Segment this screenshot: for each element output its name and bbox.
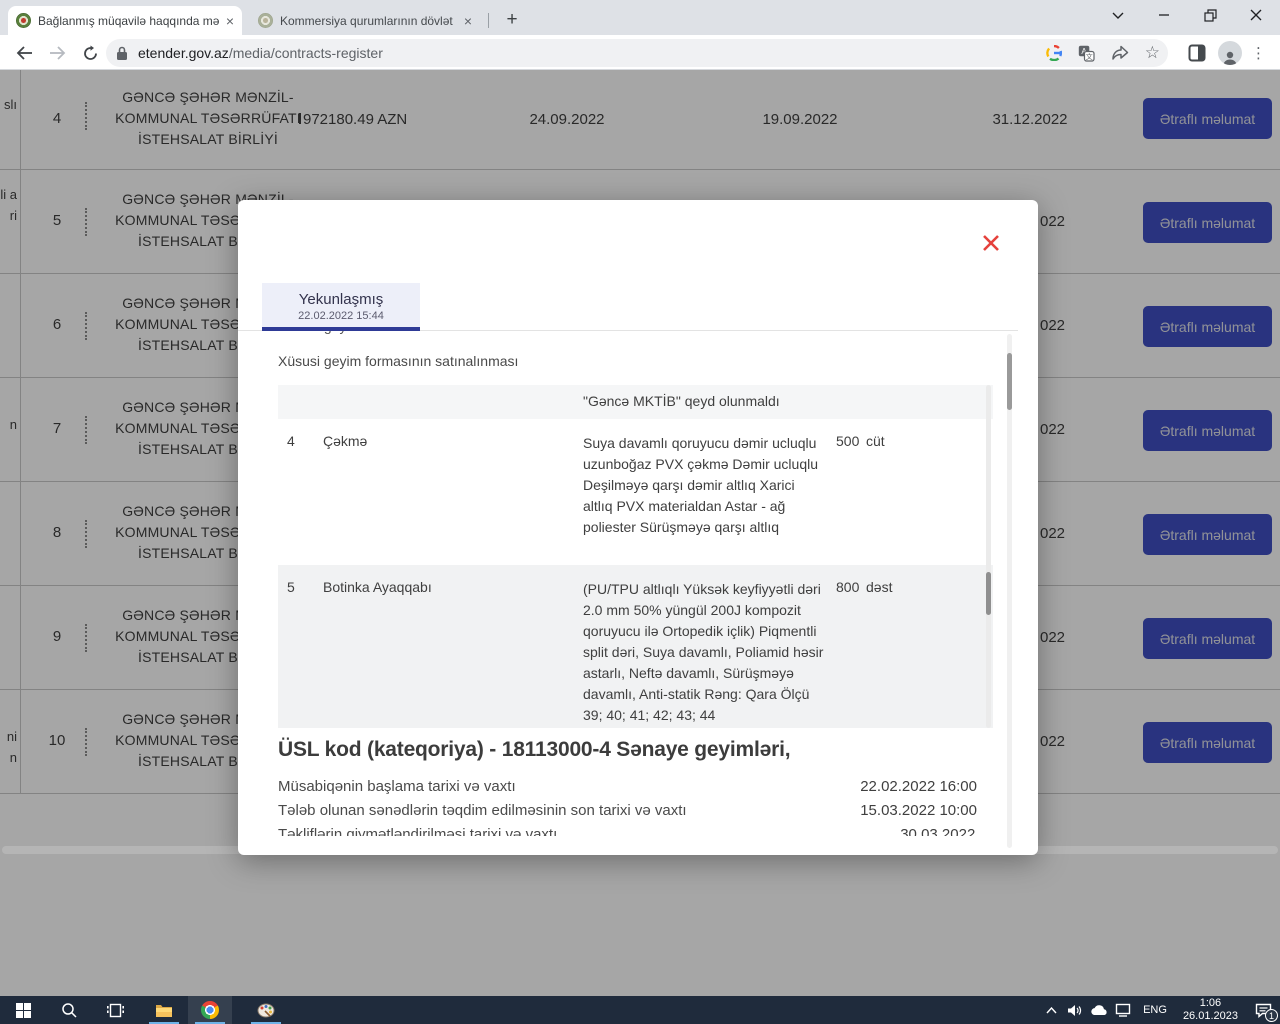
window-chevron-button[interactable] [1097, 0, 1139, 30]
tray-chevron-up-icon[interactable] [1039, 996, 1063, 1024]
forward-button[interactable] [44, 39, 72, 67]
detail-label: Tələb olunan sənədlərin təqdim edilməsin… [278, 802, 687, 819]
browser-toolbar: etender.gov.az/media/contracts-register … [0, 35, 1280, 70]
tab-title: Kommersiya qurumlarının dövlət [280, 14, 458, 28]
status-tab-datetime: 22.02.2022 15:44 [262, 310, 420, 322]
bookmark-star-icon[interactable]: ☆ [1145, 43, 1160, 63]
window-restore-button[interactable] [1189, 0, 1231, 30]
window-minimize-button[interactable] [1143, 0, 1185, 30]
screen: Bağlanmış müqavilə haqqında mə × Kommers… [0, 0, 1280, 1024]
etender-favicon-icon [16, 13, 31, 28]
windows-taskbar: ENG 1:06 26.01.2023 1 [0, 996, 1280, 1024]
address-bar[interactable]: etender.gov.az/media/contracts-register … [106, 39, 1168, 67]
item-description: (PU/TPU altlıqlı Yüksək keyfiyyətli dəri… [583, 579, 828, 726]
items-scrollbar-thumb[interactable] [986, 572, 991, 615]
url-domain: etender.gov.az [138, 45, 229, 61]
notification-badge: 1 [1265, 1009, 1278, 1022]
taskbar-search-button[interactable] [46, 996, 92, 1024]
items-table-scrollbar[interactable] [986, 385, 991, 728]
translate-icon[interactable]: A 文 [1078, 45, 1095, 62]
tab-close-icon[interactable]: × [226, 14, 234, 28]
tab-commercial-register[interactable]: Kommersiya qurumlarının dövlət × [250, 6, 480, 35]
detail-value: 30.03.2022 10:00 [900, 826, 978, 836]
modal-close-button[interactable] [981, 233, 1001, 253]
lock-icon [116, 46, 128, 61]
item-description: Suya davamlı qoruyucu dəmir ucluqlu uzun… [583, 433, 828, 538]
items-table: "Gəncə MKTİB" qeyd olunmaldı 4 Çəkmə Suy… [278, 385, 993, 728]
item-name: Botinka Ayaqqabı [323, 579, 523, 595]
profile-avatar[interactable] [1218, 39, 1242, 67]
paint-taskbar-button[interactable] [244, 996, 288, 1024]
language-indicator[interactable]: ENG [1135, 1004, 1175, 1016]
item-number: 5 [287, 579, 311, 595]
action-center-button[interactable]: 1 [1246, 996, 1280, 1024]
url-text: etender.gov.az/media/contracts-register [138, 45, 383, 61]
item-row: 5 Botinka Ayaqqabı (PU/TPU altlıqlı Yüks… [278, 565, 993, 728]
side-panel-button[interactable] [1188, 39, 1206, 67]
chrome-taskbar-button[interactable] [188, 996, 232, 1024]
task-view-button[interactable] [92, 996, 138, 1024]
reload-button[interactable] [76, 39, 104, 67]
google-g-icon[interactable] [1046, 45, 1062, 61]
browser-tab-strip: Bağlanmış müqavilə haqqında mə × Kommers… [0, 0, 1280, 35]
start-button[interactable] [0, 996, 46, 1024]
status-tab-label: Yekunlaşmış [262, 291, 420, 308]
clock-date: 26.01.2023 [1183, 1010, 1238, 1023]
status-tab-finalized[interactable]: Yekunlaşmış 22.02.2022 15:44 [262, 283, 420, 331]
modal-scrollbar[interactable] [1007, 334, 1012, 848]
items-note: "Gəncə MKTİB" qeyd olunmaldı [583, 393, 863, 409]
item-unit: cüt [866, 433, 916, 449]
volume-icon[interactable] [1063, 996, 1087, 1024]
tab-close-icon[interactable]: × [464, 14, 472, 28]
detail-label: Müsabiqənin başlama tarixi və vaxtı [278, 778, 516, 795]
tab-contracts-register[interactable]: Bağlanmış müqavilə haqqında mə × [8, 6, 242, 35]
item-row: 4 Çəkmə Suya davamlı qoruyucu dəmir uclu… [278, 419, 993, 565]
procurement-subject: Xüsusi geyim formasının satınalınması [278, 353, 518, 369]
svg-text:文: 文 [1086, 52, 1093, 61]
onedrive-cloud-icon[interactable] [1087, 996, 1111, 1024]
modal-scrollbar-thumb[interactable] [1007, 353, 1012, 410]
url-path: /media/contracts-register [229, 45, 383, 61]
category-heading: ÜSL kod (kateqoriya) - 18113000-4 Sənaye… [278, 738, 790, 762]
items-table-header: "Gəncə MKTİB" qeyd olunmaldı [278, 385, 993, 419]
detail-value: 22.02.2022 16:00 [860, 778, 977, 795]
browser-menu-button[interactable]: ⋮ [1251, 39, 1266, 67]
chrome-icon [201, 1001, 219, 1019]
item-number: 4 [287, 433, 311, 449]
item-unit: dəst [866, 579, 916, 595]
detail-label: Təkliflərin qiymətləndirilməsi tarixi və… [278, 826, 557, 836]
share-icon[interactable] [1111, 45, 1129, 61]
clock-time: 1:06 [1183, 997, 1238, 1010]
network-icon[interactable] [1111, 996, 1135, 1024]
back-button[interactable] [10, 39, 38, 67]
detail-row-clipped: Təkliflərin qiymətləndirilməsi tarixi və… [278, 826, 978, 836]
taskbar-clock[interactable]: 1:06 26.01.2023 [1175, 997, 1246, 1023]
tender-details-modal: Yekunlaşmış 22.02.2022 15:44 Xüsusi geyi… [238, 200, 1038, 855]
registry-favicon-icon [258, 13, 273, 28]
tab-divider [488, 13, 489, 28]
new-tab-button[interactable]: + [500, 8, 524, 32]
file-explorer-button[interactable] [144, 996, 184, 1024]
scrolled-text-fragment: Xüsusi geyim formasının satınalınması [278, 331, 598, 340]
item-name: Çəkmə [323, 433, 523, 449]
detail-value: 15.03.2022 10:00 [860, 802, 977, 819]
window-close-button[interactable] [1235, 0, 1277, 30]
tab-title: Bağlanmış müqavilə haqqında mə [38, 14, 220, 28]
